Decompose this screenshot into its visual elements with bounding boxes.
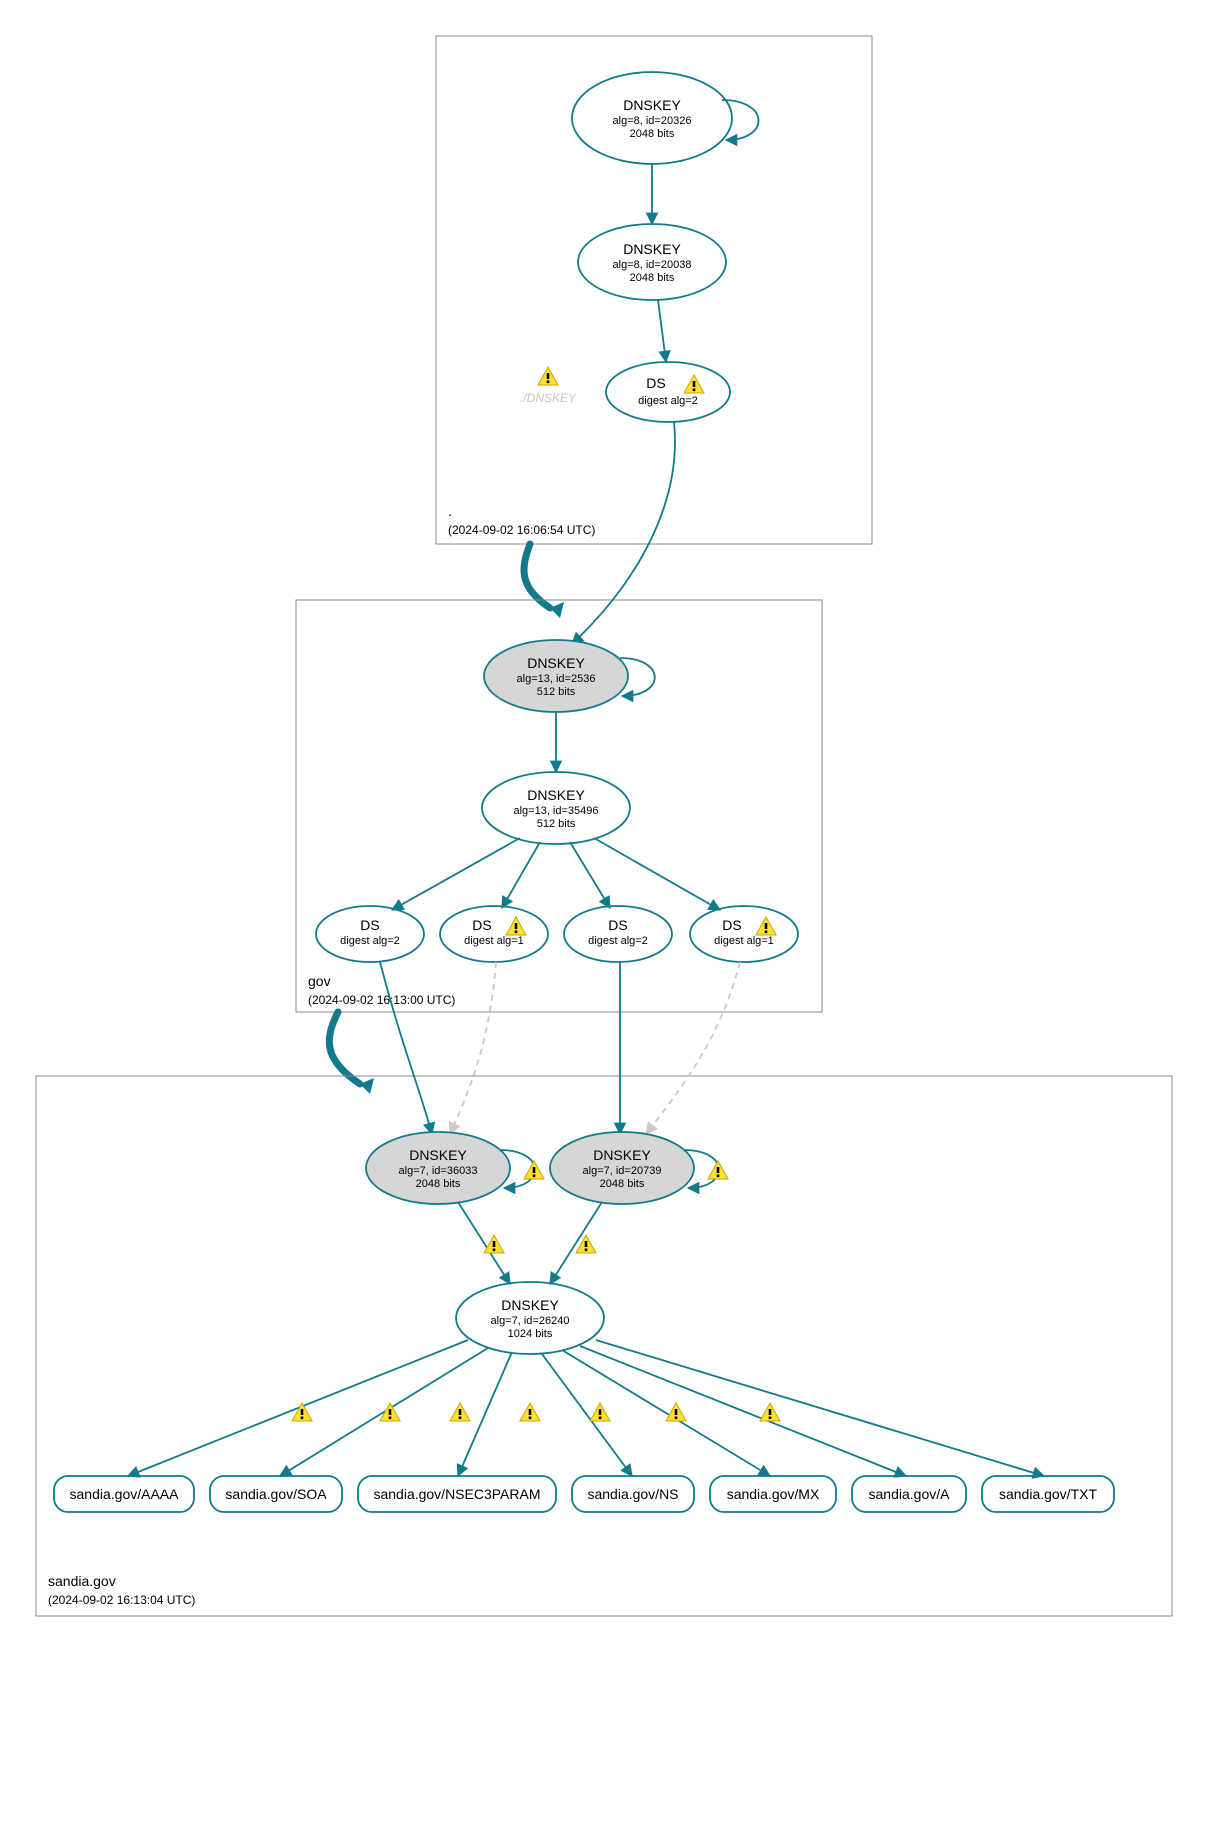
svg-text:2048 bits: 2048 bits — [416, 1178, 461, 1190]
svg-text:DNSKEY: DNSKEY — [527, 787, 585, 803]
svg-text:DNSKEY: DNSKEY — [527, 655, 585, 671]
svg-text:DNSKEY: DNSKEY — [623, 97, 681, 113]
warning-icon — [760, 1403, 780, 1421]
svg-text:sandia.gov/NS: sandia.gov/NS — [587, 1486, 678, 1502]
edge — [594, 838, 720, 910]
node-sandia-ksk2: DNSKEY alg=7, id=20739 2048 bits — [550, 1132, 728, 1204]
node-sandia-zsk: DNSKEY alg=7, id=26240 1024 bits — [456, 1282, 604, 1354]
edge-dashed — [646, 962, 740, 1134]
warning-icon — [524, 1161, 544, 1179]
zone-root-name: . — [448, 503, 452, 519]
svg-text:2048 bits: 2048 bits — [630, 128, 675, 140]
edge — [550, 1202, 602, 1284]
node-root-zsk: DNSKEY alg=8, id=20038 2048 bits — [578, 224, 726, 300]
svg-text:DNSKEY: DNSKEY — [409, 1147, 467, 1163]
warning-icon — [292, 1403, 312, 1421]
svg-text:DS: DS — [646, 375, 665, 391]
warning-icon — [484, 1235, 504, 1253]
edge — [658, 300, 666, 362]
svg-text:alg=7, id=36033: alg=7, id=36033 — [399, 1165, 478, 1177]
node-root-ksk: DNSKEY alg=8, id=20326 2048 bits — [572, 72, 759, 164]
edge — [380, 962, 432, 1134]
svg-text:digest alg=2: digest alg=2 — [340, 935, 400, 947]
svg-text:DS: DS — [472, 917, 491, 933]
warning-icon — [666, 1403, 686, 1421]
zone-link-arrow — [329, 1012, 360, 1084]
node-root-ds: DS digest alg=2 — [606, 362, 730, 422]
svg-text:DS: DS — [608, 917, 627, 933]
svg-text:DS: DS — [360, 917, 379, 933]
node-gov-ds2: DS digest alg=1 — [440, 906, 548, 962]
warning-icon — [450, 1403, 470, 1421]
zone-link-arrow — [524, 544, 550, 608]
zone-sandia-name: sandia.gov — [48, 1573, 116, 1589]
svg-text:sandia.gov/NSEC3PARAM: sandia.gov/NSEC3PARAM — [373, 1486, 540, 1502]
warning-icon — [590, 1403, 610, 1421]
node-gov-zsk: DNSKEY alg=13, id=35496 512 bits — [482, 772, 630, 844]
zone-gov-ts: (2024-09-02 16:13:00 UTC) — [308, 993, 455, 1007]
edge — [458, 1202, 510, 1284]
record-soa: sandia.gov/SOA — [210, 1476, 342, 1512]
warning-icon — [520, 1403, 540, 1421]
svg-text:1024 bits: 1024 bits — [508, 1328, 553, 1340]
svg-text:512 bits: 512 bits — [537, 686, 576, 698]
record-mx: sandia.gov/MX — [710, 1476, 836, 1512]
svg-text:digest alg=1: digest alg=1 — [464, 935, 524, 947]
svg-text:alg=8, id=20038: alg=8, id=20038 — [613, 259, 692, 271]
warning-icon — [538, 367, 558, 385]
edge — [580, 1346, 906, 1476]
svg-text:DNSKEY: DNSKEY — [501, 1297, 559, 1313]
svg-text:alg=13, id=2536: alg=13, id=2536 — [517, 673, 596, 685]
zone-gov-name: gov — [308, 973, 331, 989]
record-a: sandia.gov/A — [852, 1476, 966, 1512]
ghost-dnskey: ./DNSKEY — [520, 391, 577, 405]
svg-text:digest alg=2: digest alg=2 — [638, 395, 698, 407]
svg-text:sandia.gov/TXT: sandia.gov/TXT — [999, 1486, 1097, 1502]
record-txt: sandia.gov/TXT — [982, 1476, 1114, 1512]
edge — [570, 842, 610, 908]
svg-text:alg=13, id=35496: alg=13, id=35496 — [513, 805, 598, 817]
zone-root-ts: (2024-09-02 16:06:54 UTC) — [448, 523, 595, 537]
svg-text:2048 bits: 2048 bits — [630, 272, 675, 284]
dnssec-diagram: . (2024-09-02 16:06:54 UTC) DNSKEY alg=8… — [0, 0, 1208, 1830]
svg-text:sandia.gov/SOA: sandia.gov/SOA — [225, 1486, 327, 1502]
node-gov-ds3: DS digest alg=2 — [564, 906, 672, 962]
svg-text:alg=7, id=20739: alg=7, id=20739 — [583, 1165, 662, 1177]
svg-text:DNSKEY: DNSKEY — [593, 1147, 651, 1163]
edge-dashed — [450, 962, 496, 1134]
node-gov-ds4: DS digest alg=1 — [690, 906, 798, 962]
svg-text:alg=8, id=20326: alg=8, id=20326 — [613, 115, 692, 127]
svg-text:digest alg=1: digest alg=1 — [714, 935, 774, 947]
svg-text:2048 bits: 2048 bits — [600, 1178, 645, 1190]
svg-text:digest alg=2: digest alg=2 — [588, 935, 648, 947]
svg-text:sandia.gov/AAAA: sandia.gov/AAAA — [70, 1486, 180, 1502]
record-nsec3param: sandia.gov/NSEC3PARAM — [358, 1476, 556, 1512]
warning-icon — [708, 1161, 728, 1179]
edge — [392, 838, 520, 910]
svg-text:sandia.gov/MX: sandia.gov/MX — [727, 1486, 820, 1502]
edge — [502, 842, 540, 908]
svg-text:alg=7, id=26240: alg=7, id=26240 — [491, 1315, 570, 1327]
node-sandia-ksk1: DNSKEY alg=7, id=36033 2048 bits — [366, 1132, 544, 1204]
node-gov-ds1: DS digest alg=2 — [316, 906, 424, 962]
record-aaaa: sandia.gov/AAAA — [54, 1476, 194, 1512]
node-gov-ksk: DNSKEY alg=13, id=2536 512 bits — [484, 640, 655, 712]
svg-text:sandia.gov/A: sandia.gov/A — [869, 1486, 951, 1502]
edge — [128, 1340, 468, 1476]
svg-text:512 bits: 512 bits — [537, 818, 576, 830]
svg-text:DNSKEY: DNSKEY — [623, 241, 681, 257]
svg-text:DS: DS — [722, 917, 741, 933]
edge — [542, 1354, 632, 1476]
edge — [562, 1350, 770, 1476]
record-ns: sandia.gov/NS — [572, 1476, 694, 1512]
edge — [596, 1340, 1044, 1476]
zone-sandia-ts: (2024-09-02 16:13:04 UTC) — [48, 1593, 195, 1607]
